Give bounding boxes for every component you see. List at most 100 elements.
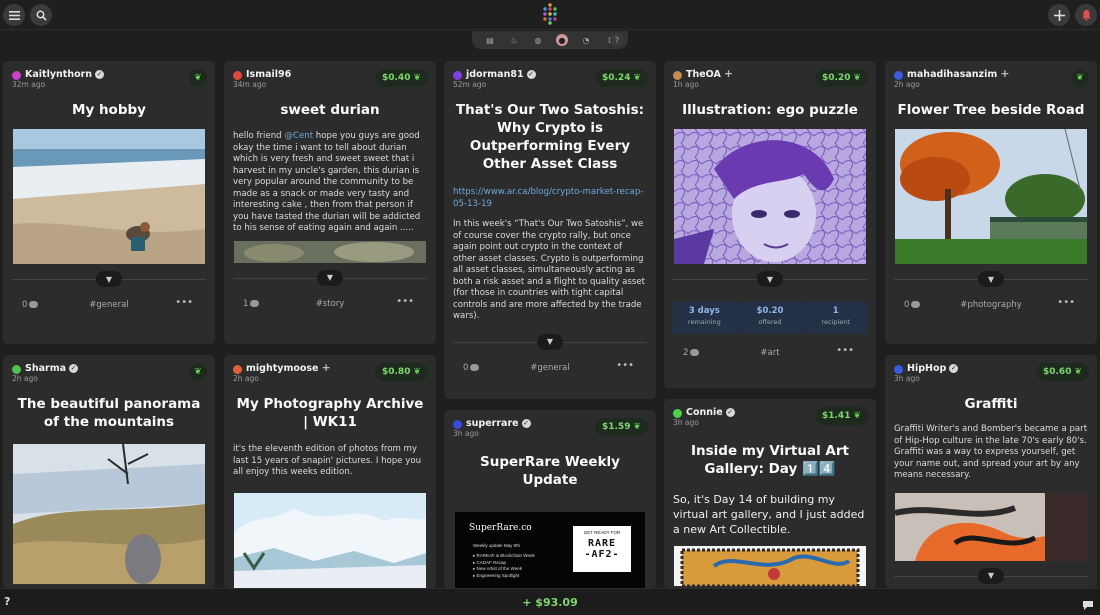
post-card[interactable]: superrare ✓ 3h ago $1.59 ❦ SuperRare Weekl… bbox=[444, 410, 656, 588]
post-title[interactable]: Graffiti bbox=[885, 395, 1097, 413]
chevron-down-icon[interactable]: ▼ bbox=[96, 271, 122, 287]
follow-plus-icon[interactable]: + bbox=[1000, 68, 1009, 79]
more-icon[interactable]: ••• bbox=[616, 360, 634, 371]
post-card[interactable]: Connie ✓ 3h ago $1.41 ❦ Inside my Virtual … bbox=[664, 399, 876, 588]
post-title[interactable]: SuperRare Weekly Update bbox=[444, 453, 656, 489]
post-card[interactable]: Sharma ✓ 2h ago ❦ The beautiful panorama … bbox=[3, 355, 215, 588]
post-card[interactable]: Kaitlynthorn ✓ 32m ago ❦ My hobby ▼ 0 #ge… bbox=[3, 61, 215, 344]
search-icon[interactable] bbox=[30, 4, 52, 26]
post-image[interactable] bbox=[13, 129, 205, 264]
reward-amount[interactable]: $0.24 bbox=[602, 73, 630, 83]
plus-icon[interactable] bbox=[1048, 4, 1070, 26]
username[interactable]: superrare ✓ bbox=[466, 418, 531, 429]
tip-button[interactable]: ❦ bbox=[189, 363, 207, 381]
post-card[interactable]: mightymoose + 2h ago $0.80 ❦ My Photograph… bbox=[224, 355, 436, 588]
reward-amount[interactable]: $0.40 bbox=[382, 73, 410, 83]
post-card[interactable]: mahadihasanzim + 2h ago ❦ Flower Tree bes… bbox=[885, 61, 1097, 344]
username-text[interactable]: HipHop bbox=[907, 363, 946, 374]
check-icon: ✓ bbox=[69, 364, 79, 373]
post-title[interactable]: Inside my Virtual Art Gallery: Day 1️⃣4️… bbox=[664, 442, 876, 478]
post-image[interactable] bbox=[234, 240, 426, 263]
chevron-down-icon[interactable]: ▼ bbox=[757, 271, 783, 287]
post-image[interactable] bbox=[234, 492, 426, 589]
username-text[interactable]: mahadihasanzim bbox=[907, 69, 997, 80]
post-image[interactable] bbox=[895, 492, 1087, 561]
username-text[interactable]: Sharma bbox=[25, 363, 66, 374]
username-text[interactable]: superrare bbox=[466, 418, 519, 429]
post-card[interactable]: Ismail96 34m ago $0.40 ❦ sweet durian hel… bbox=[224, 61, 436, 344]
post-title[interactable]: My Photography Archive | WK11 bbox=[224, 395, 436, 431]
feed-filter-bar: ▤ ♨ ◍ ● ◔ ⇕ bbox=[472, 31, 628, 49]
username[interactable]: Sharma ✓ bbox=[25, 363, 79, 374]
post-card[interactable]: HipHop ✓ 3h ago $0.60 ❦ Graffiti Graffiti … bbox=[885, 355, 1097, 588]
tip-button[interactable]: $1.59 ❦ bbox=[594, 418, 648, 436]
tip-button[interactable]: $0.60 ❦ bbox=[1035, 363, 1089, 381]
post-link[interactable]: https://www.ar.ca/blog/crypto-market-rec… bbox=[444, 187, 656, 210]
post-title[interactable]: Flower Tree beside Road bbox=[885, 101, 1097, 119]
chevron-down-icon[interactable]: ▼ bbox=[978, 271, 1004, 287]
username[interactable]: mightymoose + bbox=[246, 362, 331, 374]
app-logo-icon[interactable] bbox=[541, 3, 559, 29]
more-icon[interactable]: ••• bbox=[175, 297, 193, 308]
menu-icon[interactable] bbox=[3, 4, 25, 26]
post-card[interactable]: TheOA + 1h ago $0.20 ❦ Illustration: ego p… bbox=[664, 61, 876, 388]
chevron-down-icon[interactable]: ▼ bbox=[317, 269, 343, 286]
post-title[interactable]: The beautiful panorama of the mountains bbox=[3, 395, 215, 431]
username-text[interactable]: TheOA bbox=[686, 69, 721, 80]
post-title[interactable]: My hobby bbox=[3, 101, 215, 119]
mention-link[interactable]: @Cent bbox=[284, 131, 313, 141]
follow-plus-icon[interactable]: + bbox=[322, 362, 331, 373]
circle-icon[interactable]: ● bbox=[556, 34, 568, 46]
avatar bbox=[673, 71, 682, 80]
tip-button[interactable]: $0.24 ❦ bbox=[594, 69, 648, 87]
flame-icon[interactable]: ♨ bbox=[508, 34, 520, 46]
username-text[interactable]: jdorman81 bbox=[466, 69, 524, 80]
post-image[interactable] bbox=[895, 129, 1087, 264]
chat-icon[interactable] bbox=[1082, 596, 1094, 615]
reward-amount[interactable]: $0.80 bbox=[382, 367, 410, 377]
chevron-down-icon[interactable]: ▼ bbox=[978, 567, 1004, 584]
tip-button[interactable]: $1.41 ❦ bbox=[814, 407, 868, 425]
reward-amount[interactable]: $1.41 bbox=[822, 411, 850, 421]
check-icon: ✓ bbox=[95, 70, 105, 79]
post-title[interactable]: That's Our Two Satoshis: Why Crypto is O… bbox=[444, 101, 656, 173]
username[interactable]: TheOA + bbox=[686, 68, 733, 80]
post-image[interactable]: SuperRare.co Weekly update May 9th ▸ RAR… bbox=[455, 512, 645, 588]
tip-button[interactable]: ❦ bbox=[189, 69, 207, 87]
post-title[interactable]: sweet durian bbox=[224, 101, 436, 119]
username[interactable]: HipHop ✓ bbox=[907, 363, 959, 374]
more-icon[interactable]: ••• bbox=[1057, 297, 1075, 308]
username[interactable]: Connie ✓ bbox=[686, 407, 735, 418]
list-icon[interactable]: ▤ bbox=[484, 34, 496, 46]
tip-button[interactable]: $0.80 ❦ bbox=[374, 363, 428, 381]
username-text[interactable]: mightymoose bbox=[246, 363, 319, 374]
globe-icon[interactable]: ◍ bbox=[532, 34, 544, 46]
username-text[interactable]: Kaitlynthorn bbox=[25, 69, 92, 80]
more-icon[interactable]: ••• bbox=[396, 296, 414, 307]
tip-button[interactable]: ❦ bbox=[1071, 69, 1089, 87]
help-icon[interactable]: ? bbox=[610, 33, 624, 47]
post-image[interactable] bbox=[13, 444, 205, 584]
reward-amount[interactable]: $1.59 bbox=[602, 422, 630, 432]
post-image[interactable] bbox=[674, 546, 866, 586]
tip-button[interactable]: $0.40 ❦ bbox=[374, 69, 428, 87]
username[interactable]: jdorman81 ✓ bbox=[466, 69, 536, 80]
clock-icon[interactable]: ◔ bbox=[580, 34, 592, 46]
follow-plus-icon[interactable]: + bbox=[724, 68, 733, 79]
reward-amount[interactable]: $0.60 bbox=[1043, 367, 1071, 377]
more-icon[interactable]: ••• bbox=[836, 345, 854, 356]
username[interactable]: Kaitlynthorn ✓ bbox=[25, 69, 105, 80]
avatar bbox=[673, 409, 682, 418]
post-image[interactable] bbox=[674, 129, 866, 264]
username[interactable]: Ismail96 bbox=[246, 69, 291, 80]
reward-amount[interactable]: $0.20 bbox=[822, 73, 850, 83]
stat-recipient: 1 recipient bbox=[803, 302, 869, 334]
username[interactable]: mahadihasanzim + bbox=[907, 68, 1009, 80]
bell-icon[interactable] bbox=[1075, 4, 1097, 26]
post-card[interactable]: jdorman81 ✓ 52m ago $0.24 ❦ That's Our Two… bbox=[444, 61, 656, 399]
timestamp: 34m ago bbox=[233, 80, 267, 89]
post-title[interactable]: Illustration: ego puzzle bbox=[664, 101, 876, 119]
chevron-down-icon[interactable]: ▼ bbox=[537, 333, 563, 350]
tip-button[interactable]: $0.20 ❦ bbox=[814, 69, 868, 87]
username-text[interactable]: Connie bbox=[686, 407, 723, 418]
